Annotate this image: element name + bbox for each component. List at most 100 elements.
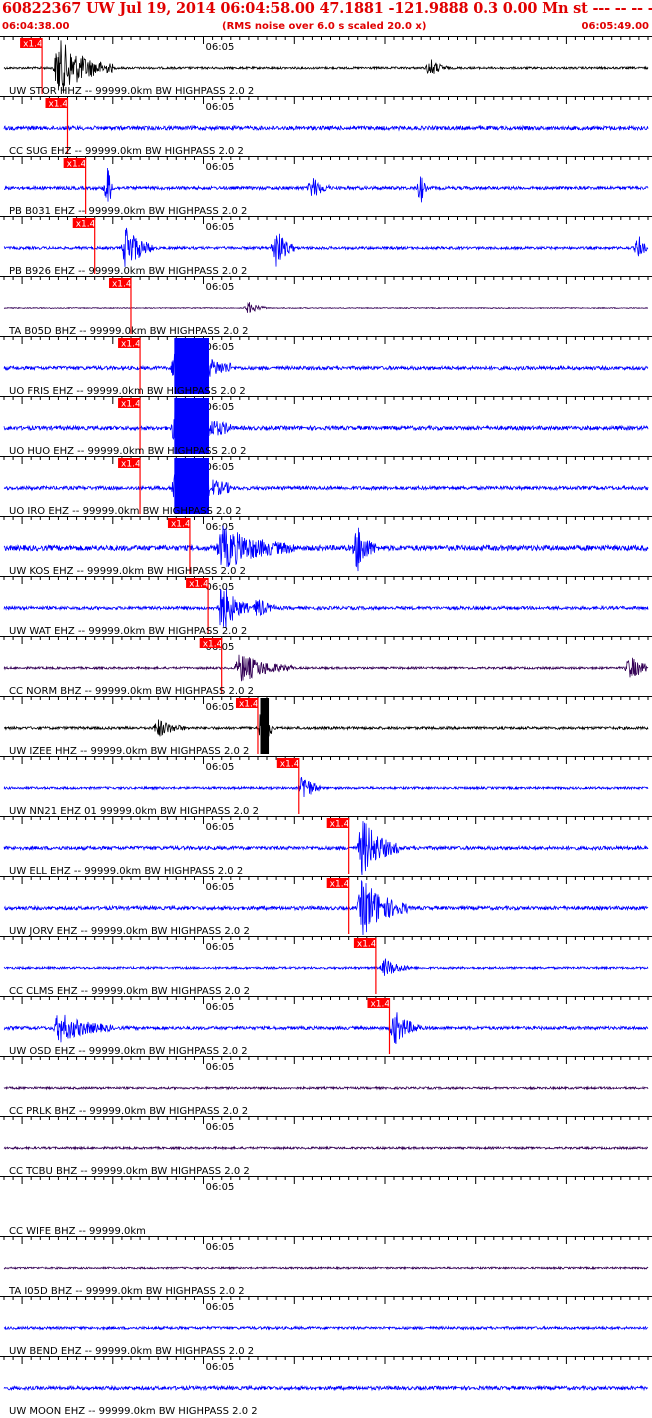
time-ticks bbox=[3, 1236, 649, 1244]
pick-scale-label: x1.4 bbox=[203, 640, 223, 650]
time-ticks bbox=[3, 576, 649, 584]
channel-label: CC NORM BHZ -- 99999.0km BW HIGHPASS 2.0… bbox=[9, 686, 254, 697]
trace-panel: 06:05 x1.4 PB B031 EHZ -- 99999.0km BW HIG… bbox=[0, 156, 652, 217]
pick-scale-label: x1.4 bbox=[121, 400, 141, 410]
record-header: 60822367 UW Jul 19, 2014 06:04:58.00 47.… bbox=[0, 0, 652, 36]
trace-panel: 06:05 x1.4 UO HUO EHZ -- 99999.0km BW HIGH… bbox=[0, 396, 652, 457]
pick-scale-label: x1.4 bbox=[171, 520, 191, 530]
time-ticks bbox=[3, 276, 649, 284]
waveform bbox=[3, 588, 649, 629]
pick-scale-label: x1.4 bbox=[23, 40, 43, 50]
minute-tick-label: 06:05 bbox=[206, 702, 235, 713]
minute-tick-label: 06:05 bbox=[206, 1122, 235, 1133]
pick-scale-label: x1.4 bbox=[189, 580, 209, 590]
pick-scale-label: x1.4 bbox=[330, 880, 350, 890]
time-ticks bbox=[3, 996, 649, 1004]
waveform bbox=[3, 654, 649, 682]
minute-tick-label: 06:05 bbox=[206, 282, 235, 293]
scaling-note: (RMS noise over 6.0 s scaled 20.0 x) bbox=[222, 21, 427, 32]
minute-tick-label: 06:05 bbox=[206, 1302, 235, 1313]
time-ticks bbox=[3, 696, 649, 704]
channel-label: TA B05D BHZ -- 99999.0km BW HIGHPASS 2.0… bbox=[8, 326, 249, 337]
time-ticks bbox=[3, 816, 649, 824]
pick-scale-label: x1.4 bbox=[370, 1000, 390, 1010]
time-ticks bbox=[3, 1176, 649, 1184]
clipped-signal bbox=[260, 698, 270, 754]
waveform bbox=[3, 958, 649, 976]
time-ticks bbox=[3, 336, 649, 344]
trace-panel: 06:05 CC PRLK BHZ -- 99999.0km BW HIGHPAS… bbox=[0, 1056, 652, 1117]
trace-panel: 06:05 x1.4 UW JORV EHZ -- 99999.0km BW HIG… bbox=[0, 876, 652, 937]
pick-scale-label: x1.4 bbox=[357, 940, 377, 950]
minute-tick-label: 06:05 bbox=[206, 822, 235, 833]
pick-scale-label: x1.4 bbox=[121, 460, 141, 470]
event-title: 60822367 UW Jul 19, 2014 06:04:58.00 47.… bbox=[2, 0, 652, 17]
minute-tick-label: 06:05 bbox=[206, 162, 235, 173]
trace-panel: 06:05 UW MOON EHZ -- 99999.0km BW HIGHPAS… bbox=[0, 1356, 652, 1417]
channel-label: UW IZEE HHZ -- 99999.0km BW HIGHPASS 2.0… bbox=[9, 746, 249, 757]
waveform bbox=[3, 397, 649, 451]
trace-panel: 06:05 CC WIFE BHZ -- 99999.0km bbox=[0, 1176, 652, 1237]
channel-label: PB B031 EHZ -- 99999.0km BW HIGHPASS 2.0… bbox=[9, 206, 247, 217]
minute-tick-label: 06:05 bbox=[206, 582, 235, 593]
pick-scale-label: x1.4 bbox=[280, 760, 300, 770]
trace-panel: 06:05 x1.4 UW OSD EHZ -- 99999.0km BW HIGH… bbox=[0, 996, 652, 1057]
minute-tick-label: 06:05 bbox=[206, 1182, 235, 1193]
minute-tick-label: 06:05 bbox=[206, 462, 235, 473]
time-ticks bbox=[3, 36, 649, 44]
time-ticks bbox=[3, 216, 649, 224]
time-ticks bbox=[3, 1116, 649, 1124]
pick-scale-label: x1.4 bbox=[48, 100, 68, 110]
channel-label: CC SUG EHZ -- 99999.0km BW HIGHPASS 2.0 … bbox=[9, 146, 244, 157]
waveform bbox=[3, 1145, 648, 1151]
trace-panel: 06:05 x1.4 UW KOS EHZ -- 99999.0km BW HIGH… bbox=[0, 516, 652, 577]
time-ticks bbox=[3, 396, 649, 404]
channel-label: UO IRO EHZ -- 99999.0km BW HIGHPASS 2.0 … bbox=[9, 506, 242, 517]
trace-panel: 06:05x1.4CC NORM BHZ -- 99999.0km BW HIG… bbox=[0, 636, 652, 697]
channel-label: CC TCBU BHZ -- 99999.0km BW HIGHPASS 2.0… bbox=[9, 1166, 250, 1177]
start-time: 06:04:38.00 bbox=[2, 21, 70, 32]
channel-label: UW NN21 EHZ 01 99999.0km BW HIGHPASS 2.0… bbox=[9, 806, 259, 817]
channel-label: UW KOS EHZ -- 99999.0km BW HIGHPASS 2.0 … bbox=[9, 566, 246, 577]
trace-panel: 06:05 x1.4 PB B926 EHZ -- 99999.0km BW HIG… bbox=[0, 216, 652, 277]
waveform bbox=[4, 167, 649, 203]
channel-label: CC WIFE BHZ -- 99999.0km bbox=[9, 1226, 146, 1237]
time-ticks bbox=[3, 96, 649, 104]
time-ticks bbox=[3, 1356, 649, 1364]
waveform bbox=[3, 525, 649, 572]
trace-panel: 06:05 x1.4 UO FRIS EHZ -- 99999.0km BW HIG… bbox=[0, 336, 652, 397]
minute-tick-label: 06:05 bbox=[206, 222, 235, 233]
minute-tick-label: 06:05 bbox=[206, 342, 235, 353]
minute-tick-label: 06:05 bbox=[206, 42, 235, 53]
trace-panel: 06:05 TA I05D BHZ -- 99999.0km BW HIGHPAS… bbox=[0, 1236, 652, 1297]
waveform bbox=[3, 1085, 649, 1091]
minute-tick-label: 06:05 bbox=[206, 942, 235, 953]
time-ticks bbox=[3, 1056, 649, 1064]
minute-tick-label: 06:05 bbox=[206, 402, 235, 413]
time-ticks bbox=[3, 456, 649, 464]
minute-tick-label: 06:05 bbox=[206, 1362, 235, 1373]
trace-panel: 06:05 x1.4 UW IZEE HHZ -- 99999.0km BW HIG… bbox=[0, 696, 652, 757]
channel-label: PB B926 EHZ -- 99999.0km BW HIGHPASS 2.0… bbox=[9, 266, 247, 277]
seismogram-plot: 06:05x1.4UW STOR HHZ -- 99999.0km BW HIG… bbox=[0, 36, 652, 1417]
channel-label: CC CLMS EHZ -- 99999.0km BW HIGHPASS 2.0… bbox=[9, 986, 250, 997]
waveform bbox=[3, 302, 649, 313]
time-ticks bbox=[3, 636, 649, 644]
channel-label: UW JORV EHZ -- 99999.0km BW HIGHPASS 2.0… bbox=[9, 926, 250, 937]
minute-tick-label: 06:05 bbox=[206, 1002, 235, 1013]
channel-label: UW STOR HHZ -- 99999.0km BW HIGHPASS 2.0… bbox=[9, 86, 254, 97]
waveform bbox=[3, 1325, 649, 1331]
trace-panel: 06:05 x1.4 CC CLMS EHZ -- 99999.0km BW HIG… bbox=[0, 936, 652, 997]
minute-tick-label: 06:05 bbox=[206, 102, 235, 113]
minute-tick-label: 06:05 bbox=[206, 522, 235, 533]
pick-scale-label: x1.4 bbox=[112, 280, 132, 290]
trace-panel: 06:05 x1.4 UO IRO EHZ -- 99999.0km BW HIGH… bbox=[0, 456, 652, 517]
trace-panel: 06:05x1.4 UW WAT EHZ -- 99999.0km BW HIGH… bbox=[0, 576, 652, 637]
channel-label: UW MOON EHZ -- 99999.0km BW HIGHPASS 2.0… bbox=[9, 1406, 258, 1417]
channel-label: CC PRLK BHZ -- 99999.0km BW HIGHPASS 2.0… bbox=[9, 1106, 248, 1117]
channel-label: UW BEND EHZ -- 99999.0km BW HIGHPASS 2.0… bbox=[9, 1346, 254, 1357]
minute-tick-label: 06:05 bbox=[206, 762, 235, 773]
waveform bbox=[3, 1265, 649, 1271]
waveform bbox=[3, 227, 649, 267]
pick-scale-label: x1.4 bbox=[239, 700, 259, 710]
